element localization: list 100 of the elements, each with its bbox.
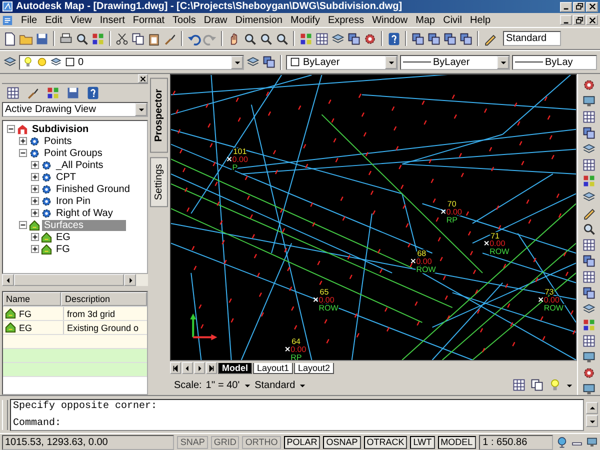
status-toggle[interactable]: GRID <box>210 436 240 448</box>
status-toggle[interactable]: POLAR <box>284 436 320 448</box>
menu-item[interactable]: File <box>17 14 42 26</box>
expander-icon[interactable] <box>31 173 39 181</box>
grid-icon[interactable] <box>315 32 329 46</box>
magnifier-icon[interactable] <box>75 32 89 46</box>
palette-icon[interactable] <box>582 174 596 188</box>
layout-tab[interactable]: Model <box>218 362 252 374</box>
copy-icon[interactable] <box>131 32 145 46</box>
layers-icon[interactable] <box>582 142 596 156</box>
stack-icon[interactable] <box>582 286 596 300</box>
status-toggle[interactable]: SNAP <box>177 436 208 448</box>
caret-icon[interactable] <box>299 382 306 388</box>
layers-icon[interactable] <box>331 32 345 46</box>
scroll-left-button[interactable] <box>2 274 14 286</box>
layer-dropdown[interactable]: 0 <box>19 54 244 70</box>
menu-item[interactable]: Insert <box>96 14 129 26</box>
brush-icon[interactable] <box>26 86 40 100</box>
layers-icon[interactable] <box>246 55 260 69</box>
stack-icon[interactable] <box>582 254 596 268</box>
side-tab[interactable]: Prospector <box>150 78 168 153</box>
status-toggle[interactable]: ORTHO <box>242 436 281 448</box>
tree-item[interactable]: Finished Ground <box>54 184 132 194</box>
printer-icon[interactable] <box>59 32 73 46</box>
close-button[interactable] <box>586 2 598 12</box>
scroll-thumb[interactable] <box>14 274 124 286</box>
menu-item[interactable]: Tools <box>168 14 200 26</box>
layout-tab[interactable]: Layout2 <box>294 362 334 374</box>
grid-icon[interactable] <box>582 270 596 284</box>
palette-icon[interactable] <box>299 32 313 46</box>
expander-icon[interactable] <box>7 125 15 133</box>
tree-item[interactable]: Point Groups <box>42 148 104 158</box>
new-document-icon[interactable] <box>3 32 17 46</box>
caret-icon[interactable] <box>566 382 573 388</box>
scroll-right-button[interactable] <box>124 274 136 286</box>
magnifier-icon[interactable] <box>243 32 257 46</box>
monitor-icon[interactable] <box>586 436 598 448</box>
magnifier-icon[interactable] <box>582 222 596 236</box>
layers-icon[interactable] <box>582 190 596 204</box>
stack-icon[interactable] <box>347 32 361 46</box>
tree-item[interactable]: Right of Way <box>54 208 115 218</box>
magnifier-icon[interactable] <box>275 32 289 46</box>
palette-icon[interactable] <box>46 86 60 100</box>
scissors-icon[interactable] <box>115 32 129 46</box>
copy-icon[interactable] <box>530 378 544 392</box>
grid-icon[interactable] <box>512 378 526 392</box>
scroll-down-button[interactable] <box>586 415 598 427</box>
magnifier-icon[interactable] <box>259 32 273 46</box>
menu-item[interactable]: View <box>66 14 96 26</box>
palette-icon[interactable] <box>91 32 105 46</box>
expander-icon[interactable] <box>19 221 27 229</box>
last-tab-button[interactable] <box>206 362 217 374</box>
help-icon[interactable] <box>387 32 401 46</box>
status-toggle[interactable]: OSNAP <box>323 436 361 448</box>
expander-icon[interactable] <box>31 209 39 217</box>
text-style-dropdown[interactable]: Standard <box>503 31 561 46</box>
expander-icon[interactable] <box>19 149 27 157</box>
menu-item[interactable]: Express <box>324 14 368 26</box>
linetype-dropdown[interactable]: ByLayer <box>400 54 510 70</box>
side-tab[interactable]: Settings <box>150 156 168 207</box>
monitor-icon[interactable] <box>582 382 596 396</box>
expander-icon[interactable] <box>31 233 39 241</box>
gear-icon[interactable] <box>582 78 596 92</box>
stack-icon[interactable] <box>427 32 441 46</box>
view-dropdown[interactable]: Active Drawing View <box>2 102 148 117</box>
scale-dropdown[interactable]: 1'' = 40' <box>206 380 240 390</box>
previous-tab-button[interactable] <box>182 362 193 374</box>
tree-item[interactable]: CPT <box>54 172 78 182</box>
menu-item[interactable]: Map <box>412 14 440 26</box>
menu-item[interactable]: Dimension <box>231 14 286 26</box>
gear-icon[interactable] <box>363 32 377 46</box>
expander-icon[interactable] <box>31 197 39 205</box>
palette-icon[interactable] <box>582 318 596 332</box>
status-toggle[interactable]: LWT <box>410 436 435 448</box>
tree-item[interactable]: Subdivision <box>30 124 91 134</box>
tree-item[interactable]: Iron Pin <box>54 196 92 206</box>
globe-icon[interactable] <box>556 436 568 448</box>
gear-icon[interactable] <box>582 366 596 380</box>
menu-item[interactable]: Window <box>368 14 412 26</box>
stack-icon[interactable] <box>411 32 425 46</box>
caret-icon[interactable] <box>244 382 251 388</box>
expander-icon[interactable] <box>31 161 39 169</box>
grid-icon[interactable] <box>582 334 596 348</box>
restore-button[interactable] <box>573 15 585 25</box>
menu-item[interactable]: Civil <box>439 14 466 26</box>
minimize-button[interactable] <box>560 15 572 25</box>
grid-icon[interactable] <box>582 238 596 252</box>
menu-item[interactable]: Format <box>128 14 169 26</box>
stack-icon[interactable] <box>459 32 473 46</box>
lineweight-dropdown[interactable]: ByLay <box>512 54 597 70</box>
tree-item[interactable]: FG <box>54 244 72 254</box>
restore-button[interactable] <box>573 2 585 12</box>
column-header[interactable]: Description <box>61 292 147 306</box>
close-button[interactable] <box>586 15 598 25</box>
close-button[interactable] <box>138 74 148 83</box>
tree-item[interactable]: EG <box>54 232 72 242</box>
expander-icon[interactable] <box>31 185 39 193</box>
color-dropdown[interactable]: ByLayer <box>286 54 398 70</box>
command-window[interactable]: Specify opposite corner: Command: <box>10 398 584 430</box>
annotation-style-dropdown[interactable]: Standard <box>254 380 296 390</box>
